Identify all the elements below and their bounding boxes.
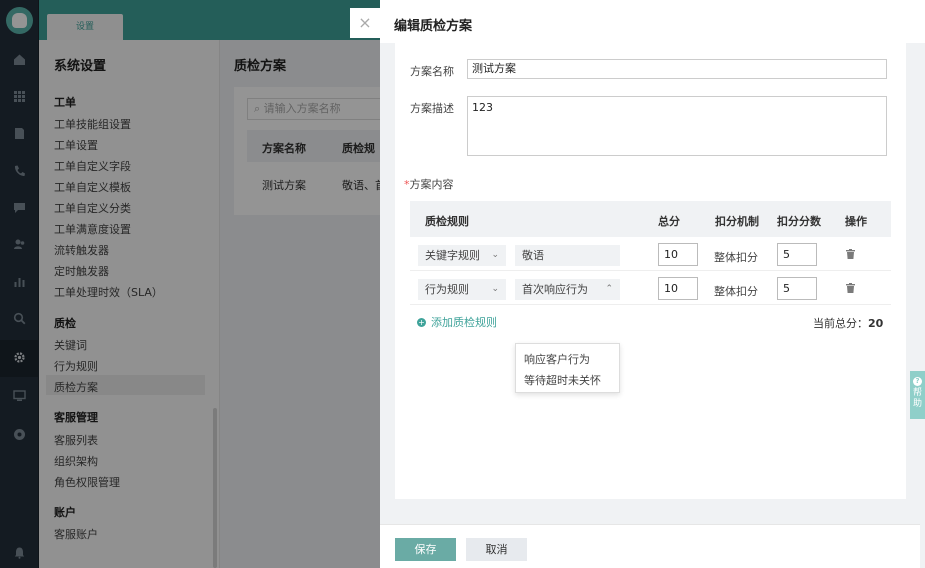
rule-select-open[interactable]: 首次响应行为 ⌃ — [515, 279, 620, 300]
edit-plan-drawer: 编辑质检方案 方案名称 测试方案 方案描述 123 *方案内容 质检规则 总分 … — [380, 0, 925, 568]
plan-desc-label: 方案描述 — [410, 102, 454, 115]
add-rule-label: 添加质检规则 — [431, 316, 497, 329]
current-total: 当前总分：20 — [813, 315, 883, 331]
plan-content-label: *方案内容 — [404, 176, 454, 192]
close-drawer-button[interactable]: × — [350, 8, 380, 38]
plan-desc-textarea[interactable]: 123 — [467, 96, 887, 156]
deduct-score-input[interactable]: 5 — [777, 277, 817, 300]
rule-type-select[interactable]: 行为规则 ⌄ — [418, 279, 506, 300]
column-header-ops: 操作 — [845, 215, 867, 228]
save-button[interactable]: 保存 — [395, 538, 456, 561]
drawer-footer: 保存 取消 — [380, 524, 920, 568]
dropdown-option[interactable]: 响应客户行为 — [524, 351, 590, 367]
drawer-title: 编辑质检方案 — [394, 19, 473, 34]
rule-type-value: 关键字规则 — [425, 249, 480, 262]
chevron-up-icon: ⌃ — [605, 284, 613, 294]
rule-value: 首次响应行为 — [522, 283, 588, 296]
chevron-down-icon: ⌄ — [491, 250, 499, 260]
trash-icon[interactable] — [846, 283, 855, 293]
deduct-score-input[interactable]: 5 — [777, 243, 817, 266]
dropdown-option[interactable]: 等待超时未关怀 — [524, 372, 601, 388]
rule-dropdown-menu: 响应客户行为 等待超时未关怀 — [515, 343, 620, 393]
rules-table-header: 质检规则 总分 扣分机制 扣分分数 操作 — [410, 201, 891, 237]
column-header-rule: 质检规则 — [425, 215, 469, 228]
rule-value: 敬语 — [522, 249, 544, 262]
help-label: 帮助 — [913, 388, 923, 409]
drawer-form: 方案名称 测试方案 方案描述 123 *方案内容 质检规则 总分 扣分机制 扣分… — [395, 43, 906, 499]
deduct-mechanism: 整体扣分 — [714, 251, 758, 264]
column-header-mechanism: 扣分机制 — [715, 215, 759, 228]
add-rule-button[interactable]: + 添加质检规则 — [417, 314, 497, 330]
total-score-input[interactable]: 10 — [658, 243, 698, 266]
rule-type-select[interactable]: 关键字规则 ⌄ — [418, 245, 506, 266]
column-header-total: 总分 — [658, 215, 680, 228]
current-total-value: 20 — [868, 317, 884, 330]
current-total-label: 当前总分： — [813, 317, 868, 330]
plan-name-label: 方案名称 — [410, 65, 454, 78]
plus-circle-icon: + — [417, 318, 426, 327]
chevron-down-icon: ⌄ — [491, 284, 499, 294]
plan-content-text: 方案内容 — [409, 178, 454, 191]
rule-type-value: 行为规则 — [425, 283, 469, 296]
rule-row: 行为规则 ⌄ 首次响应行为 ⌃ 10 整体扣分 5 — [410, 271, 891, 305]
rule-select[interactable]: 敬语 — [515, 245, 620, 266]
plan-name-input[interactable]: 测试方案 — [467, 59, 887, 79]
total-score-input[interactable]: 10 — [658, 277, 698, 300]
column-header-deduct: 扣分分数 — [777, 215, 821, 228]
deduct-mechanism: 整体扣分 — [714, 285, 758, 298]
trash-icon[interactable] — [846, 249, 855, 259]
cancel-button[interactable]: 取消 — [466, 538, 527, 561]
rule-row: 关键字规则 ⌄ 敬语 10 整体扣分 5 — [410, 237, 891, 271]
drawer-header: 编辑质检方案 — [380, 0, 925, 43]
help-tab[interactable]: ? 帮助 — [910, 371, 925, 419]
question-icon: ? — [913, 377, 922, 386]
